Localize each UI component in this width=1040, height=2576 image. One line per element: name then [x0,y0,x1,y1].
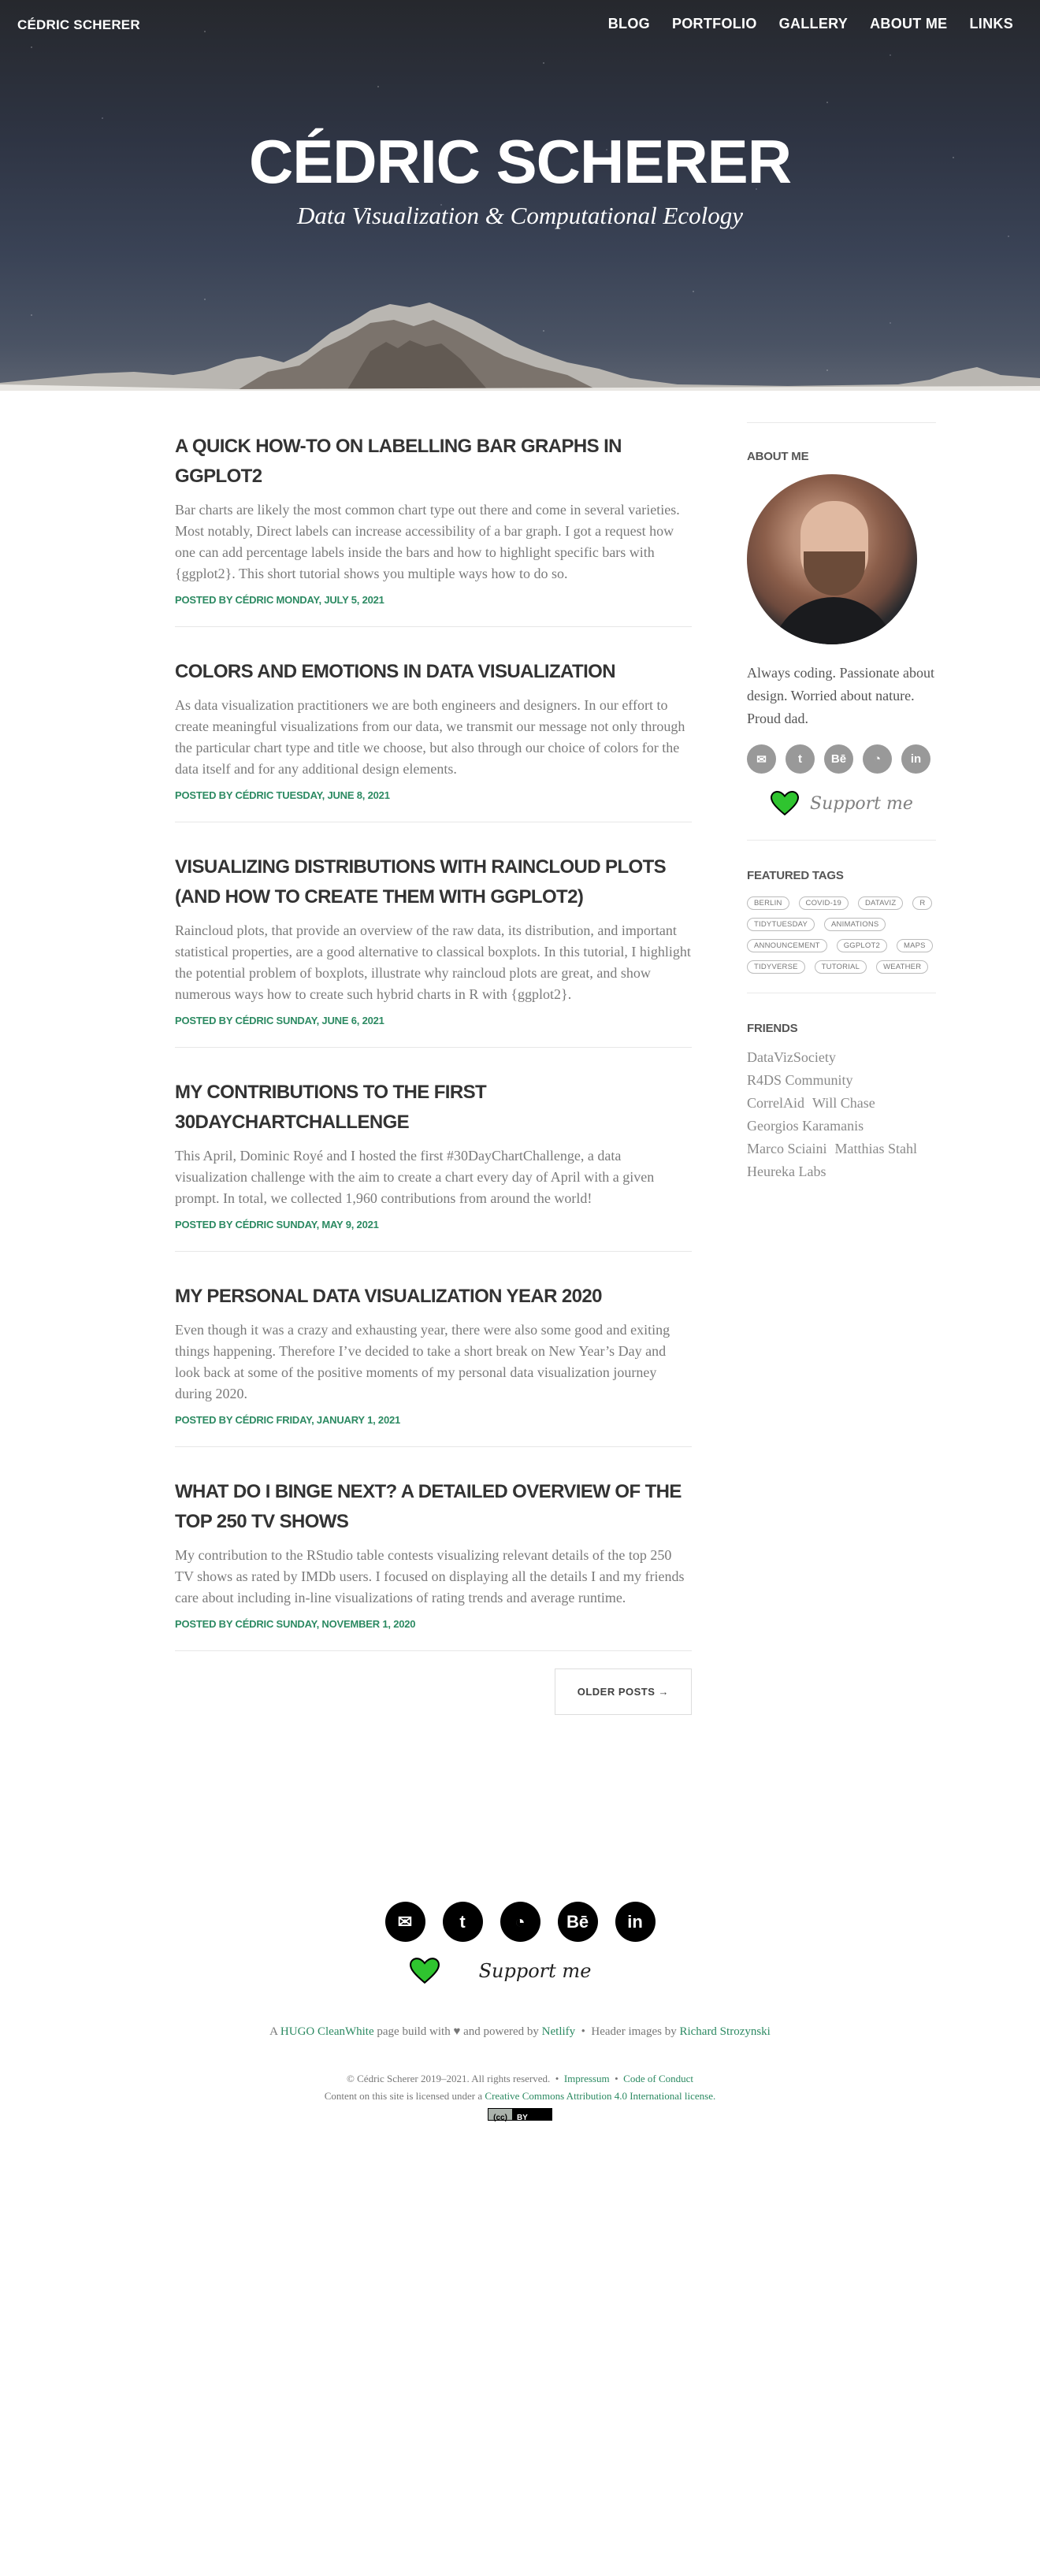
page-title: CÉDRIC SCHERER [248,127,792,196]
tag-covid-19[interactable]: COVID-19 [798,896,849,910]
post-preview: MY PERSONAL DATA VISUALIZATION YEAR 2020… [175,1272,692,1447]
tag-cloud: BERLIN COVID-19 DATAVIZ R TIDYTUESDAY AN… [747,896,936,974]
post-preview: A QUICK HOW-TO ON LABELLING BAR GRAPHS I… [175,422,692,627]
footer-social-links: ✉ t ◔ Bē in [0,1902,1040,1942]
page-subtitle: Data Visualization & Computational Ecolo… [296,202,744,229]
post-preview: WHAT DO I BINGE NEXT? A DETAILED OVERVIE… [175,1468,692,1651]
twitter-icon[interactable]: t [786,744,815,774]
support-me-label: Support me [810,793,913,814]
tag-maps[interactable]: MAPS [896,939,933,952]
post-title-link[interactable]: VISUALIZING DISTRIBUTIONS WITH RAINCLOUD… [175,852,692,912]
sidebar-social-links: ✉ t Bē ◔ in [747,744,936,774]
nav-about-me[interactable]: ABOUT ME [870,16,947,32]
friend-link[interactable]: Will Chase [812,1095,875,1111]
avatar [747,474,917,644]
post-title-link[interactable]: MY CONTRIBUTIONS TO THE FIRST 30DAYCHART… [175,1078,692,1138]
post-meta: POSTED BY CÉDRIC SUNDAY, NOVEMBER 1, 202… [175,1618,416,1630]
post-meta: POSTED BY CÉDRIC FRIDAY, JANUARY 1, 2021 [175,1414,401,1426]
nav-blog[interactable]: BLOG [608,16,650,32]
friends-heading: FRIENDS [747,1022,798,1035]
post-excerpt: Raincloud plots, that provide an overvie… [175,922,691,1002]
tag-ggplot2[interactable]: GGPLOT2 [836,939,887,952]
heart-icon [409,1958,440,1984]
featured-tags-heading: FEATURED TAGS [747,869,844,882]
post-preview: VISUALIZING DISTRIBUTIONS WITH RAINCLOUD… [175,843,692,1048]
mountain-silhouette [0,303,1040,391]
theme-link[interactable]: HUGO CleanWhite [280,2025,374,2038]
twitter-icon[interactable]: t [442,1902,483,1942]
post-title-link[interactable]: MY PERSONAL DATA VISUALIZATION YEAR 2020 [175,1282,692,1312]
top-navigation: BLOG PORTFOLIO GALLERY ABOUT ME LINKS [608,16,1013,32]
post-meta: POSTED BY CÉDRIC SUNDAY, MAY 9, 2021 [175,1219,379,1230]
friend-link[interactable]: Matthias Stahl [834,1141,917,1156]
post-excerpt: Bar charts are likely the most common ch… [175,502,680,581]
friend-link[interactable]: Heureka Labs [747,1164,826,1179]
about-me-heading: ABOUT ME [747,450,809,463]
netlify-link[interactable]: Netlify [542,2025,576,2038]
email-icon[interactable]: ✉ [384,1902,425,1942]
sidebar: ABOUT ME Always coding. Passionate about… [747,422,936,1183]
email-icon[interactable]: ✉ [747,744,776,774]
friends-list: DataVizSociety R4DS Community CorrelAid W… [747,1046,936,1183]
github-icon[interactable]: ◔ [500,1902,540,1942]
about-me-section: ABOUT ME Always coding. Passionate about… [747,422,936,816]
friend-link[interactable]: DataVizSociety [747,1049,836,1065]
cc-by-badge[interactable]: (cc) BY [488,2108,552,2122]
post-preview: COLORS AND EMOTIONS IN DATA VISUALIZATIO… [175,648,692,822]
nav-links[interactable]: LINKS [970,16,1014,32]
github-icon[interactable]: ◔ [863,744,892,774]
tag-weather[interactable]: WEATHER [876,960,929,974]
nav-gallery[interactable]: GALLERY [779,16,848,32]
tag-animations[interactable]: ANIMATIONS [824,918,886,931]
post-excerpt: As data visualization practitioners we a… [175,697,685,777]
post-list: A QUICK HOW-TO ON LABELLING BAR GRAPHS I… [175,422,692,1715]
footer-support-me-link[interactable]: Support me [0,1958,1040,1984]
site-brand-link[interactable]: CÉDRIC SCHERER [17,17,140,33]
tag-tutorial[interactable]: TUTORIAL [814,960,867,974]
featured-tags-section: FEATURED TAGS BERLIN COVID-19 DATAVIZ R … [747,840,936,974]
post-meta: POSTED BY CÉDRIC MONDAY, JULY 5, 2021 [175,594,384,606]
tag-dataviz[interactable]: DATAVIZ [857,896,904,910]
tag-r[interactable]: R [912,896,933,910]
older-posts-button[interactable]: OLDER POSTS → [554,1668,692,1715]
post-excerpt: My contribution to the RStudio table con… [175,1547,685,1605]
site-header: CÉDRIC SCHERER BLOG PORTFOLIO GALLERY AB… [0,0,1040,391]
friend-link[interactable]: CorrelAid [747,1095,804,1111]
post-meta: POSTED BY CÉDRIC SUNDAY, JUNE 6, 2021 [175,1015,384,1026]
nav-portfolio[interactable]: PORTFOLIO [672,16,757,32]
heart-icon [771,791,799,816]
post-title-link[interactable]: COLORS AND EMOTIONS IN DATA VISUALIZATIO… [175,657,692,687]
behance-icon[interactable]: Bē [824,744,853,774]
support-me-link[interactable]: Support me [771,791,936,816]
support-me-label: Support me [478,1960,592,1982]
impressum-link[interactable]: Impressum [564,2073,610,2084]
license-text: Content on this site is licensed under a [324,2090,485,2102]
friend-link[interactable]: R4DS Community [747,1072,853,1088]
post-title-link[interactable]: WHAT DO I BINGE NEXT? A DETAILED OVERVIE… [175,1477,692,1537]
photographer-link[interactable]: Richard Strozynski [679,2025,770,2038]
tag-announcement[interactable]: ANNOUNCEMENT [747,939,827,952]
tag-berlin[interactable]: BERLIN [747,896,789,910]
friend-link[interactable]: Georgios Karamanis [747,1118,864,1134]
tag-tidytuesday[interactable]: TIDYTUESDAY [747,918,815,931]
post-meta: POSTED BY CÉDRIC TUESDAY, JUNE 8, 2021 [175,789,390,801]
code-of-conduct-link[interactable]: Code of Conduct [623,2073,693,2084]
license-link[interactable]: Creative Commons Attribution 4.0 Interna… [485,2090,715,2102]
behance-icon[interactable]: Bē [557,1902,598,1942]
post-excerpt: This April, Dominic Royé and I hosted th… [175,1148,655,1206]
pager: OLDER POSTS → [175,1668,692,1715]
tag-tidyverse[interactable]: TIDYVERSE [747,960,805,974]
friends-section: FRIENDS DataVizSociety R4DS Community Co… [747,993,936,1183]
linkedin-icon[interactable]: in [615,1902,656,1942]
linkedin-icon[interactable]: in [901,744,930,774]
post-excerpt: Even though it was a crazy and exhaustin… [175,1322,670,1401]
bio-text: Always coding. Passionate about design. … [747,665,934,726]
copyright-text: © Cédric Scherer 2019–2021. All rights r… [347,2073,551,2084]
copyright: © Cédric Scherer 2019–2021. All rights r… [324,2073,716,2122]
post-title-link[interactable]: A QUICK HOW-TO ON LABELLING BAR GRAPHS I… [175,432,692,492]
footer-credits: A HUGO CleanWhite page build with ♥ and … [269,2025,771,2038]
friend-link[interactable]: Marco Sciaini [747,1141,826,1156]
post-preview: MY CONTRIBUTIONS TO THE FIRST 30DAYCHART… [175,1068,692,1252]
site-footer: ✉ t ◔ Bē in Support me A HUGO CleanWhite… [0,1902,1040,2125]
